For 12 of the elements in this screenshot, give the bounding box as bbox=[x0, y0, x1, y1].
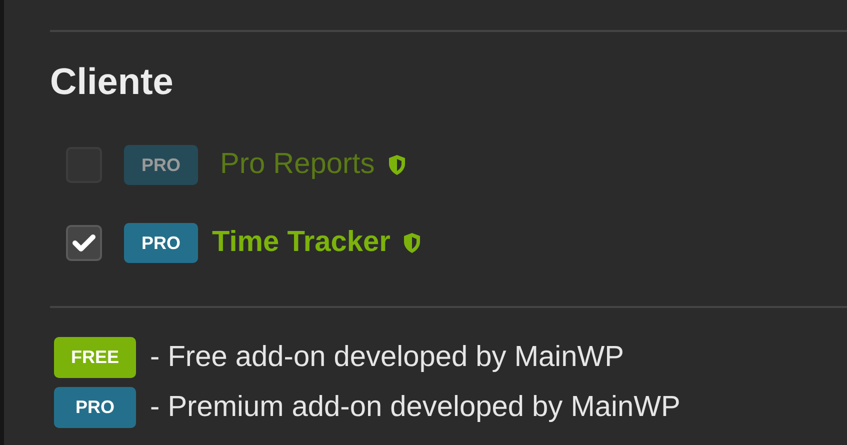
shield-icon bbox=[386, 154, 407, 176]
pro-badge: PRO bbox=[124, 145, 198, 185]
checkmark-icon bbox=[72, 233, 96, 253]
section-heading: Cliente bbox=[50, 60, 174, 104]
pro-badge: PRO bbox=[124, 223, 198, 263]
checkbox[interactable] bbox=[66, 225, 102, 261]
shield-icon bbox=[402, 232, 422, 254]
free-badge: FREE bbox=[54, 337, 136, 378]
addon-name[interactable]: Time Tracker bbox=[212, 221, 390, 265]
pro-badge: PRO bbox=[54, 386, 136, 428]
legend-text: - Free add-on developed by MainWP bbox=[150, 340, 624, 375]
legend-text: - Premium add-on developed by MainWP bbox=[150, 390, 680, 424]
